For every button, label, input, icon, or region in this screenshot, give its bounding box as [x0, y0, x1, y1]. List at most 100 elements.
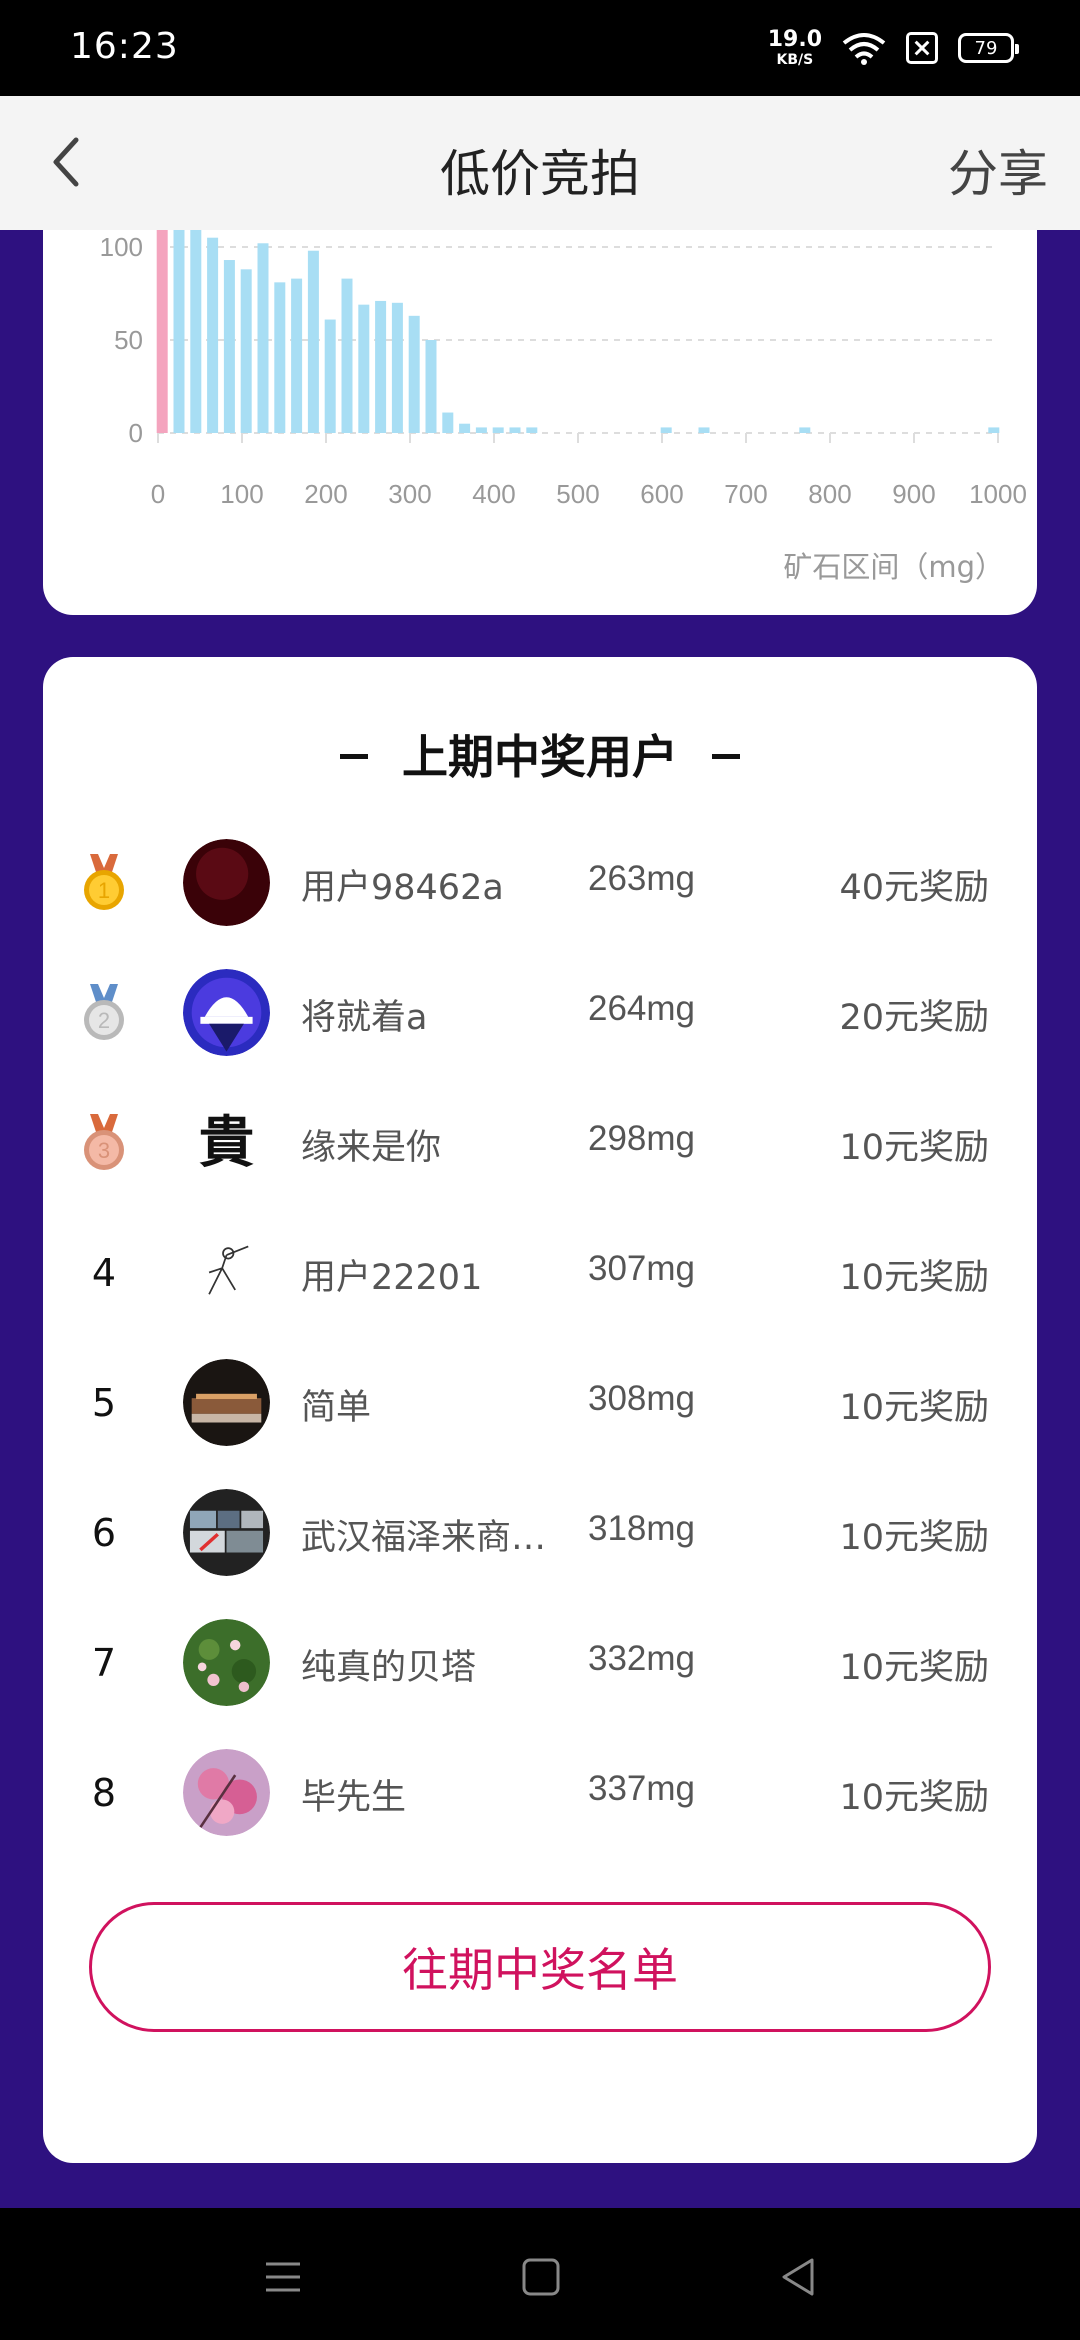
app-header: 低价竞拍 分享: [0, 96, 1080, 230]
avatar[interactable]: [183, 969, 270, 1056]
chart-bar: [442, 412, 454, 433]
silver-medal-icon: 2: [73, 982, 135, 1044]
avatar[interactable]: [183, 1359, 270, 1446]
winner-name: 纯真的贝塔: [301, 1648, 477, 1688]
chart-bar: [156, 230, 168, 433]
svg-text:貴: 貴: [199, 1111, 255, 1176]
winner-name: 毕先生: [301, 1778, 407, 1818]
chart-bar: [425, 340, 437, 433]
y-tick-label: 100: [100, 232, 143, 262]
avatar[interactable]: 貴: [183, 1099, 270, 1186]
avatar[interactable]: [183, 1229, 270, 1316]
x-tick-label: 300: [388, 479, 431, 509]
back-triangle-icon[interactable]: [774, 2252, 824, 2302]
chart-bar: [408, 315, 420, 433]
chart-bar: [799, 427, 811, 433]
chart-bar: [173, 230, 185, 433]
sim-icon: [906, 32, 938, 64]
winner-row: 4 用户22201 307mg 10元奖励: [43, 1207, 1037, 1337]
winner-weight: 318mg: [588, 1509, 696, 1548]
winner-name: 用户98462a: [301, 868, 504, 908]
rank-number: 4: [91, 1251, 117, 1295]
x-tick-label: 200: [304, 479, 347, 509]
chart-bar: [190, 230, 202, 433]
medal-rank-number: 2: [98, 1008, 110, 1033]
avatar[interactable]: [183, 839, 270, 926]
x-tick-label: 400: [472, 479, 515, 509]
avatar[interactable]: [183, 1489, 270, 1576]
status-time: 16:23: [70, 26, 179, 67]
winner-name: 缘来是你: [301, 1128, 442, 1168]
distribution-chart-card: 0 50 100 0 100 200 300 400 500 600 700 800 900 1000 矿…: [43, 230, 1037, 615]
winner-weight: 307mg: [588, 1249, 696, 1288]
wifi-icon: [842, 33, 886, 65]
winner-reward: 10元奖励: [839, 1518, 989, 1558]
home-square-icon[interactable]: [516, 2252, 566, 2302]
x-tick-label: 700: [724, 479, 767, 509]
rank-number: 5: [91, 1381, 117, 1425]
x-tick-label: 100: [220, 479, 263, 509]
network-speed: 19.0 KB/S: [767, 27, 822, 68]
winner-row: 1 用户98462a 263mg 40元奖励: [43, 817, 1037, 947]
chart-bar: [459, 423, 471, 433]
avatar[interactable]: [183, 1749, 270, 1836]
winner-reward: 10元奖励: [839, 1258, 989, 1298]
winner-row: 2 将就着a 264mg 20元奖励: [43, 947, 1037, 1077]
chart-bar: [988, 427, 1000, 433]
chart-bar: [240, 269, 252, 433]
x-tick-label: 1000: [969, 479, 1027, 509]
winner-weight: 263mg: [588, 859, 696, 898]
chart-bar: [223, 260, 235, 433]
status-icons: 19.0 KB/S 79: [767, 26, 1019, 70]
history-winners-button[interactable]: 往期中奖名单: [89, 1902, 991, 2032]
menu-icon[interactable]: [258, 2252, 308, 2302]
avatar[interactable]: [183, 1619, 270, 1706]
winner-row: 3 貴 缘来是你 298mg 10元奖励: [43, 1077, 1037, 1207]
winners-title: 上期中奖用户: [43, 721, 1037, 787]
winner-name: 简单: [301, 1388, 372, 1428]
winner-reward: 10元奖励: [839, 1648, 989, 1688]
chart-bar: [291, 278, 303, 433]
chart-bar: [660, 427, 672, 433]
winner-weight: 264mg: [588, 989, 696, 1028]
title-dash-right: [712, 754, 740, 759]
x-tick-label: 0: [151, 479, 165, 509]
winner-name: 将就着a: [301, 998, 428, 1038]
chart-bar: [207, 237, 219, 433]
x-tick-label: 500: [556, 479, 599, 509]
rank-number: 6: [91, 1511, 117, 1555]
winner-reward: 40元奖励: [839, 868, 989, 908]
status-bar: 16:23 19.0 KB/S 79: [0, 0, 1080, 96]
chart-bar: [509, 427, 521, 433]
y-tick-label: 0: [129, 418, 143, 448]
winner-reward: 10元奖励: [839, 1128, 989, 1168]
winner-reward: 10元奖励: [839, 1778, 989, 1818]
page-title: 低价竞拍: [440, 145, 640, 203]
winner-name: 用户22201: [301, 1258, 483, 1298]
chart-bar: [375, 300, 387, 433]
rank-number: 7: [91, 1641, 117, 1685]
x-tick-label: 600: [640, 479, 683, 509]
winner-weight: 337mg: [588, 1769, 696, 1808]
winner-reward: 20元奖励: [839, 998, 989, 1038]
winner-weight: 298mg: [588, 1119, 696, 1158]
winner-row: 6 武汉福泽来商… 318mg 10元奖励: [43, 1467, 1037, 1597]
title-dash-left: [340, 754, 368, 759]
battery-level: 79: [974, 37, 998, 59]
distribution-chart: 0501000 100 200 300 400 500 600 700 800 900 1000: [100, 230, 1027, 509]
network-speed-value: 19.0: [767, 27, 822, 52]
medal-rank-number: 3: [98, 1138, 110, 1163]
chart-bar: [324, 319, 336, 433]
x-axis-title: 矿石区间（mg）: [783, 550, 1004, 584]
winners-card: 上期中奖用户 1 用户98462a 263mg 40元奖励 2 将就着a 264mg 20元奖…: [43, 657, 1037, 2163]
winner-weight: 332mg: [588, 1639, 696, 1678]
winners-title-text: 上期中奖用户: [402, 730, 678, 784]
network-speed-unit: KB/S: [776, 52, 814, 68]
rank-number: 8: [91, 1771, 117, 1815]
chart-bar: [475, 427, 487, 433]
battery-icon: 79: [958, 33, 1019, 63]
winner-weight: 308mg: [588, 1379, 696, 1418]
winner-row: 8 毕先生 337mg 10元奖励: [43, 1727, 1037, 1857]
share-button[interactable]: 分享: [948, 134, 1048, 206]
chart-bar: [698, 427, 710, 433]
